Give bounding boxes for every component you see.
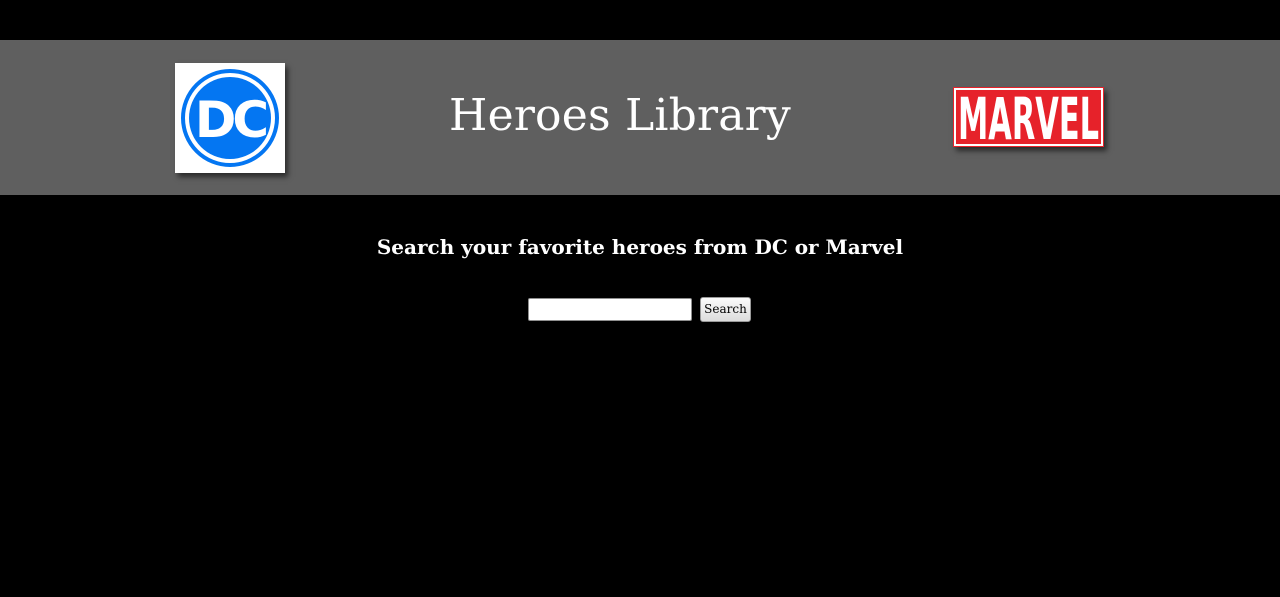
- dc-logo-icon: DC: [175, 63, 285, 173]
- header-banner: DC Heroes Library MARVEL: [0, 40, 1280, 195]
- search-input[interactable]: [528, 298, 692, 321]
- marvel-logo-icon: MARVEL: [953, 87, 1104, 147]
- site-title: Heroes Library: [449, 90, 791, 141]
- svg-text:MARVEL: MARVEL: [958, 87, 1099, 147]
- search-button[interactable]: Search: [700, 297, 751, 322]
- search-tagline: Search your favorite heroes from DC or M…: [376, 235, 904, 259]
- page: DC Heroes Library MARVEL Search your fav…: [0, 0, 1280, 597]
- svg-text:DC: DC: [195, 91, 267, 149]
